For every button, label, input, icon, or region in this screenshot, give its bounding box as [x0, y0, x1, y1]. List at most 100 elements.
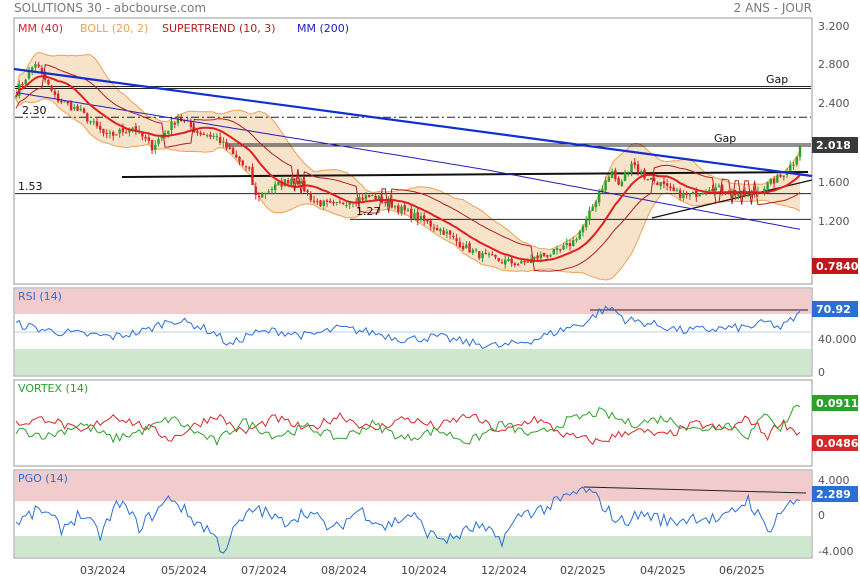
candle-body — [792, 164, 795, 166]
candle-body — [63, 101, 66, 103]
x-label-02-2025: 02/2025 — [560, 564, 606, 577]
candle-body — [267, 191, 270, 193]
rsi-value: 70.92 — [816, 303, 851, 316]
candle-body — [452, 235, 455, 238]
candle-body — [342, 202, 345, 205]
candle-body — [154, 145, 157, 150]
candle-body — [397, 205, 400, 212]
candle-body — [53, 91, 57, 95]
candle-body — [665, 183, 669, 186]
candle-body — [507, 259, 510, 261]
candle-body — [147, 137, 151, 141]
x-label-06-2025: 06/2025 — [719, 564, 765, 577]
candle-body — [329, 200, 332, 203]
candle-body — [261, 192, 264, 198]
candle-body — [617, 178, 620, 185]
low-price-value: 0.7840 — [816, 260, 859, 273]
candle-body — [562, 245, 565, 250]
candle-body — [241, 160, 244, 166]
price-tick-1200: 1.200 — [818, 215, 850, 228]
candle-body — [711, 189, 714, 192]
candle-body — [461, 246, 465, 250]
candle-body — [432, 227, 436, 229]
period-label: 2 ANS - JOUR — [734, 1, 812, 15]
candle-body — [82, 108, 86, 113]
candle-body — [205, 135, 209, 137]
candle-body — [429, 220, 432, 227]
candle-body — [565, 242, 568, 246]
candle-body — [367, 194, 371, 198]
candle-body — [491, 254, 494, 256]
candle-body — [319, 200, 322, 207]
candle-body — [312, 200, 316, 202]
x-label-03-2024: 03/2024 — [80, 564, 126, 577]
candle-body — [108, 132, 112, 134]
candle-body — [588, 210, 591, 221]
candle-body — [607, 176, 611, 182]
gap-label-upper: Gap — [766, 73, 788, 86]
candle-body — [520, 260, 523, 264]
candle-body — [306, 190, 309, 193]
candle-body — [325, 200, 329, 202]
candle-body — [277, 182, 280, 186]
candle-body — [500, 262, 504, 264]
candle-body — [273, 184, 277, 191]
candle-body — [244, 166, 248, 168]
pgo-title: PGO (14) — [18, 472, 68, 485]
candle-body — [286, 180, 290, 184]
level-label-230: 2.30 — [22, 104, 47, 117]
candle-body — [416, 212, 419, 221]
candle-body — [714, 187, 717, 191]
candle-body — [594, 201, 598, 208]
candle-body — [442, 230, 445, 235]
candle-body — [435, 227, 439, 231]
pgo-oversold-zone — [15, 536, 811, 557]
candle-body — [99, 126, 102, 130]
candle-body — [413, 213, 416, 219]
x-label-04-2025: 04/2025 — [640, 564, 686, 577]
vortex-minus-value: 0.0486 — [816, 437, 859, 450]
candle-body — [209, 134, 212, 137]
candle-body — [225, 142, 228, 149]
candle-body — [481, 253, 484, 259]
price-panel — [13, 17, 813, 285]
candle-body — [92, 121, 95, 123]
candle-body — [688, 194, 692, 196]
candle-body — [251, 167, 254, 186]
candle-body — [552, 248, 555, 255]
candle-body — [610, 171, 614, 179]
candle-body — [513, 263, 517, 266]
candle-body — [448, 230, 452, 235]
candle-body — [630, 163, 633, 173]
candle-body — [789, 164, 792, 171]
candle-body — [662, 181, 666, 185]
x-label-05-2024: 05/2024 — [161, 564, 207, 577]
candle-body — [526, 261, 530, 263]
candle-body — [364, 195, 368, 200]
candle-body — [309, 193, 313, 201]
candle-body — [458, 241, 462, 248]
candle-body — [568, 243, 572, 247]
candle-body — [597, 192, 601, 203]
candle-body — [150, 140, 154, 151]
candle-body — [426, 219, 429, 222]
pgo-tick-4: 4.000 — [818, 474, 850, 487]
candle-body — [50, 85, 53, 91]
candle-body — [56, 93, 60, 102]
pgo-tick-neg4: -4.000 — [818, 545, 853, 558]
candle-body — [682, 192, 685, 199]
candle-body — [672, 187, 675, 192]
candle-body — [34, 64, 37, 68]
candle-body — [653, 178, 656, 182]
last-price-value: 2.018 — [816, 139, 851, 152]
x-label-10-2024: 10/2024 — [401, 564, 447, 577]
candle-body — [468, 243, 471, 253]
x-label-08-2024: 08/2024 — [321, 564, 367, 577]
candle-body — [89, 121, 92, 123]
candle-body — [669, 186, 672, 189]
pgo-overbought-zone — [15, 471, 811, 501]
candle-body — [121, 128, 125, 133]
candle-body — [37, 64, 40, 67]
candle-body — [678, 190, 682, 198]
candle-body — [231, 148, 235, 155]
